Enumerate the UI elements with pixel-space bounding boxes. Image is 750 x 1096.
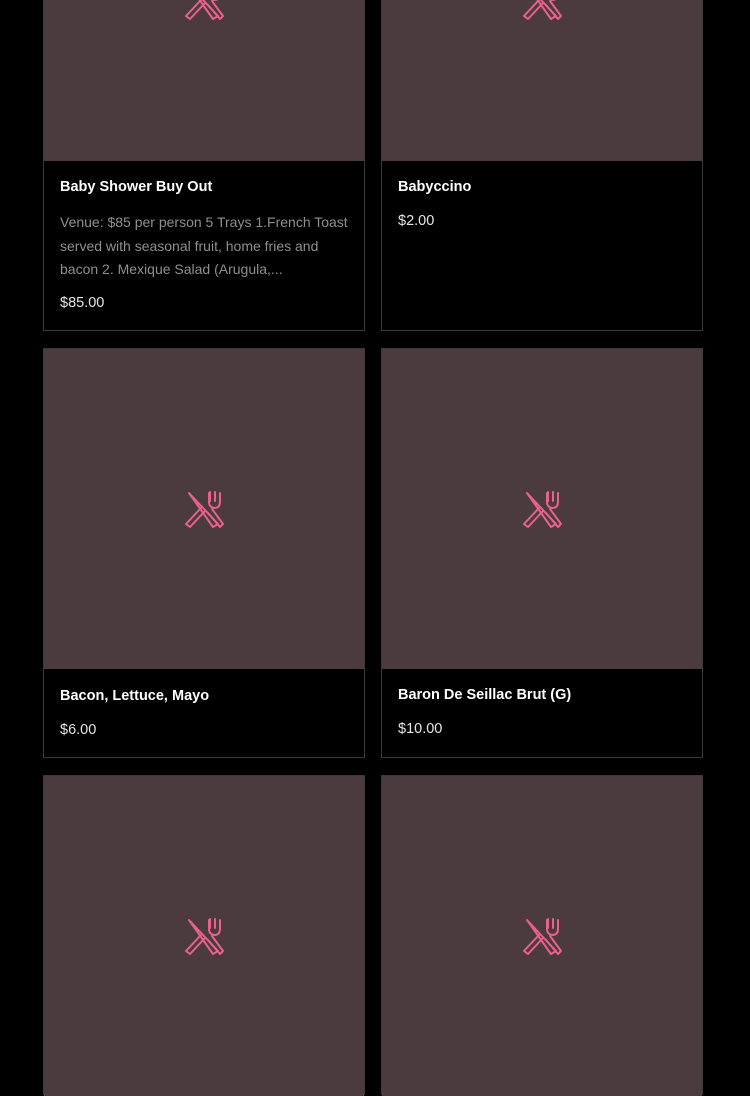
menu-item-card[interactable]: Babyccino $2.00	[381, 0, 703, 331]
item-title: Bacon, Lettuce, Mayo	[60, 688, 210, 704]
item-image-placeholder	[382, 0, 702, 161]
item-image-placeholder	[44, 0, 364, 161]
item-price: $6.00	[60, 722, 97, 738]
item-price: $2.00	[398, 213, 435, 229]
fork-knife-icon	[183, 489, 225, 531]
menu-item-card[interactable]: Baron De Seillac Brut (G) $10.00	[381, 348, 703, 758]
fork-knife-icon	[521, 489, 563, 531]
item-image-placeholder	[44, 776, 364, 1096]
item-image-placeholder	[382, 776, 702, 1096]
item-price: $10.00	[398, 721, 443, 737]
fork-knife-icon	[183, 916, 225, 958]
menu-item-card[interactable]: Bacon, Lettuce, Mayo $6.00	[43, 348, 365, 758]
item-description: Venue: $85 per person 5 Trays 1.French T…	[60, 214, 348, 277]
menu-item-card[interactable]: Baby Shower Buy Out Venue: $85 per perso…	[43, 0, 365, 331]
item-price: $85.00	[60, 295, 105, 311]
fork-knife-icon	[183, 0, 225, 23]
menu-item-card[interactable]	[381, 775, 703, 1096]
item-title: Baby Shower Buy Out	[60, 179, 213, 195]
fork-knife-icon	[521, 916, 563, 958]
item-image-placeholder	[382, 349, 702, 669]
fork-knife-icon	[521, 0, 563, 23]
item-title: Babyccino	[398, 179, 472, 195]
item-title: Baron De Seillac Brut (G)	[398, 687, 572, 703]
menu-item-card[interactable]	[43, 775, 365, 1096]
item-image-placeholder	[44, 349, 364, 669]
